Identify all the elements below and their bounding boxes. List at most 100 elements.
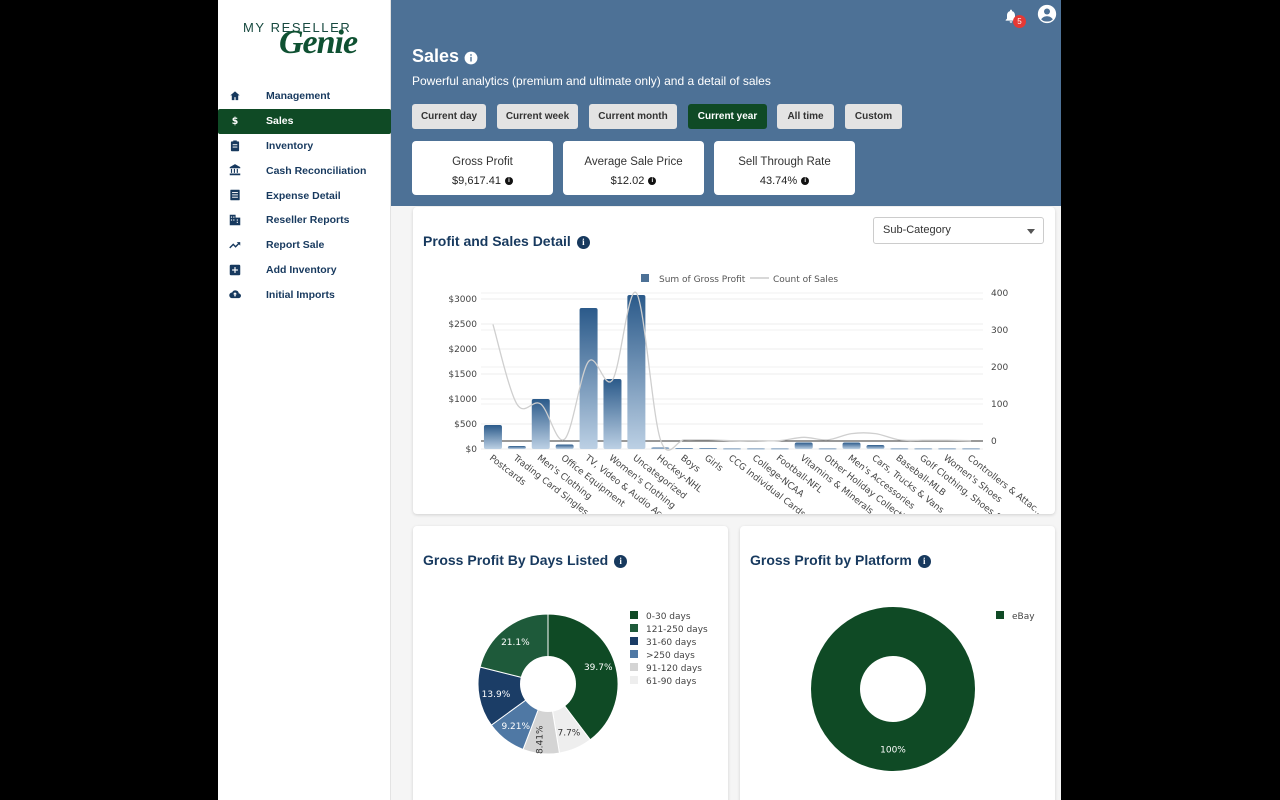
y-right-tick-label: 400 <box>991 289 1008 299</box>
kpi-gross-profit: Gross Profit $9,617.41 i <box>412 141 553 195</box>
sidebar-item-label: Report Sale <box>266 239 325 252</box>
building-icon <box>229 214 241 226</box>
platform-pie-chart: 100% eBay <box>811 607 1035 771</box>
list-icon <box>230 189 240 201</box>
kpi-average-sale-price: Average Sale Price $12.02 i <box>563 141 704 195</box>
bar-gross-profit <box>555 444 574 449</box>
app-logo[interactable]: MY RESELLER Genie <box>243 18 373 68</box>
bar-gross-profit <box>483 425 502 449</box>
sidebar-item-expense-detail[interactable]: Expense Detail <box>218 183 391 208</box>
trending-up-icon <box>229 241 241 249</box>
bar-gross-profit <box>746 448 765 450</box>
pie-slice-label: 21.1% <box>501 638 530 648</box>
bar-gross-profit <box>531 399 550 449</box>
sidebar-item-add-inventory[interactable]: Add Inventory <box>218 258 391 283</box>
range-all-time-button[interactable]: All time <box>777 104 834 129</box>
sidebar-item-report-sale[interactable]: Report Sale <box>218 233 391 258</box>
pie-slice-label: 100% <box>880 746 906 756</box>
legend-swatch <box>630 663 638 671</box>
page-subtitle: Powerful analytics (premium and ultimate… <box>412 74 771 88</box>
y-left-tick-label: $1000 <box>448 395 477 405</box>
info-icon[interactable]: i <box>801 177 810 186</box>
donut-hole <box>520 656 576 712</box>
bar-gross-profit <box>699 448 718 449</box>
kpi-label: Gross Profit <box>452 156 513 168</box>
y-right-tick-label: 300 <box>991 326 1008 336</box>
sidebar-item-management[interactable]: Management <box>218 84 391 109</box>
kpi-label: Sell Through Rate <box>738 156 831 168</box>
bar-gross-profit <box>603 379 622 449</box>
bar-gross-profit <box>842 442 861 449</box>
legend-label: 91-120 days <box>646 664 702 674</box>
bar-gross-profit <box>794 442 813 449</box>
sidebar-nav: Management $ Sales Inventory Cash Reconcilia… <box>218 84 391 307</box>
legend-label: eBay <box>1012 612 1035 622</box>
legend-swatch <box>630 637 638 645</box>
days-listed-pie-chart: 39.7% 7.7% 8.41% 9.21% 13.9% 21.1% 0-30 days 12… <box>477 611 708 755</box>
y-right-tick-label: 100 <box>991 400 1008 410</box>
y-left-tick-label: $500 <box>454 420 477 430</box>
x-tick-label: Girls <box>702 453 724 474</box>
y-left-tick-label: $2500 <box>448 320 477 330</box>
sidebar-item-initial-imports[interactable]: Initial Imports <box>218 282 391 307</box>
sidebar-item-label: Cash Reconciliation <box>266 164 367 177</box>
info-icon[interactable]: i <box>504 177 513 186</box>
bar-gross-profit <box>675 448 694 449</box>
y-left-tick-label: $1500 <box>448 370 477 380</box>
legend-label: >250 days <box>646 651 695 661</box>
kpi-value: $12.02 <box>610 175 645 187</box>
bar-gross-profit <box>651 447 670 449</box>
line-count-of-sales <box>492 291 972 451</box>
sidebar-item-label: Inventory <box>266 139 314 152</box>
legend-swatch-gross-profit <box>641 274 649 282</box>
y-right-tick-label: 200 <box>991 363 1008 373</box>
sidebar-item-reseller-reports[interactable]: Reseller Reports <box>218 208 391 233</box>
home-icon <box>230 91 240 101</box>
page-title: Sales <box>412 46 460 66</box>
bar-gross-profit <box>914 448 933 450</box>
info-icon[interactable]: i <box>648 177 657 186</box>
range-current-day-button[interactable]: Current day <box>412 104 486 129</box>
range-current-year-button[interactable]: Current year <box>688 104 767 129</box>
pie-slice-label: 8.41% <box>536 725 546 754</box>
bar-gross-profit <box>723 448 741 450</box>
profit-sales-card: Profit and Sales Detail i Sub-Category Su… <box>413 207 1055 514</box>
range-custom-button[interactable]: Custom <box>845 104 902 129</box>
bank-icon <box>229 164 241 176</box>
page-header: 5 Sales Powerful analytics (premium and … <box>391 0 1061 206</box>
sidebar-item-label: Add Inventory <box>266 263 337 276</box>
cloud-upload-icon <box>229 290 241 299</box>
y-left-tick-label: $2000 <box>448 345 477 355</box>
sidebar-item-inventory[interactable]: Inventory <box>218 134 391 159</box>
days-listed-card: Gross Profit By Days Listed i 39.7% 7.7% 8.… <box>413 526 728 800</box>
plus-box-icon <box>229 264 241 275</box>
legend-swatch <box>630 611 638 619</box>
range-current-month-button[interactable]: Current month <box>589 104 677 129</box>
sidebar-item-label: Initial Imports <box>266 288 335 301</box>
bar-gross-profit <box>770 448 789 450</box>
bar-gross-profit <box>866 445 885 449</box>
sidebar: MY RESELLER Genie Management $ Sales Invent… <box>218 0 391 800</box>
sidebar-item-sales[interactable]: $ Sales <box>218 108 391 134</box>
legend-label: 121-250 days <box>646 625 708 635</box>
logo-line2: Genie <box>279 24 358 61</box>
sidebar-item-label: Reseller Reports <box>266 214 350 227</box>
legend-swatch <box>630 624 638 632</box>
sidebar-item-label: Management <box>266 90 331 103</box>
sidebar-item-cash-reconciliation[interactable]: Cash Reconciliation <box>218 158 391 183</box>
info-icon[interactable] <box>464 51 478 65</box>
legend-swatch <box>996 611 1004 619</box>
bar-gross-profit <box>938 448 957 450</box>
bar-gross-profit <box>890 448 909 450</box>
kpi-value: 43.74% <box>759 175 798 187</box>
y-left-tick-label: $3000 <box>448 295 477 305</box>
y-right-tick-label: 0 <box>991 437 997 447</box>
legend-label: 61-90 days <box>646 677 697 687</box>
account-icon[interactable] <box>1037 4 1057 24</box>
range-current-week-button[interactable]: Current week <box>497 104 578 129</box>
bar-gross-profit <box>962 448 981 450</box>
kpi-label: Average Sale Price <box>584 156 683 168</box>
sidebar-item-label: Sales <box>266 115 294 128</box>
pie-slice-label: 13.9% <box>482 690 511 700</box>
legend-swatch <box>630 676 638 684</box>
